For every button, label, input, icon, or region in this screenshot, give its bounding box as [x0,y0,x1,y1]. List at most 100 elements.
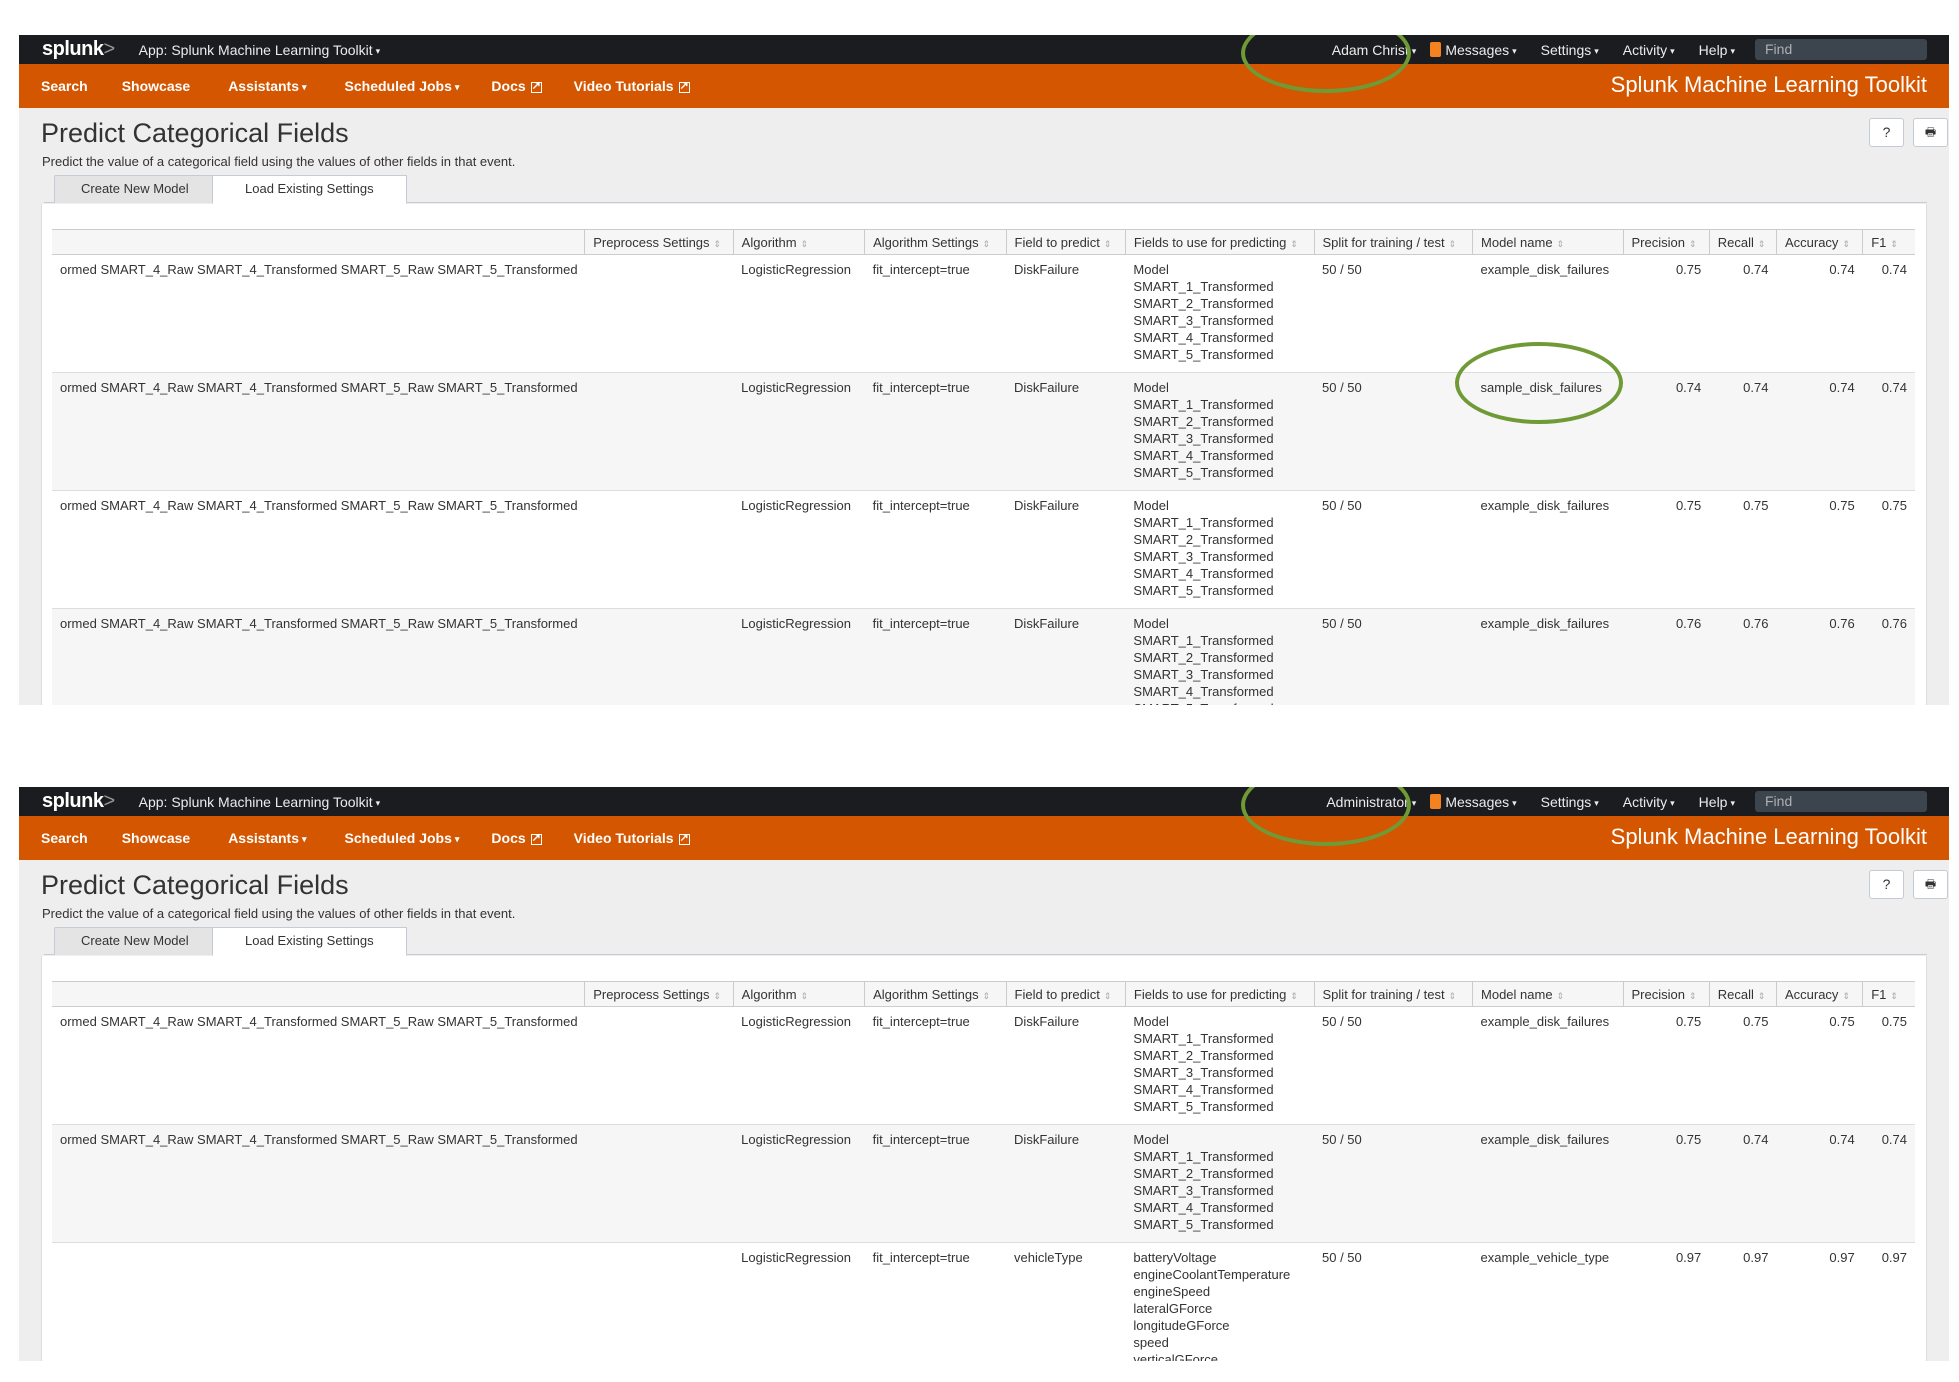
column-header-accuracy[interactable]: Accuracy ⇕ [1775,229,1863,255]
table-row[interactable]: ormed SMART_4_Raw SMART_4_Transformed SM… [52,372,1915,491]
print-button[interactable]: 🖶 [1913,118,1948,147]
find-input[interactable]: Find [1755,791,1927,812]
column-header-field-to-predict[interactable]: Field to predict ⇕ [1005,981,1126,1007]
nav-assistants[interactable]: Assistants ▾ [228,78,306,94]
column-header-label: Algorithm [741,234,797,250]
column-header-split[interactable]: Split for training / test ⇕ [1313,981,1473,1007]
tab-load-existing-settings[interactable]: Load Existing Settings [212,175,407,204]
activity-menu[interactable]: Activity ▾ [1623,42,1675,58]
column-header-preprocess-settings[interactable]: Preprocess Settings ⇕ [584,229,734,255]
settings-menu[interactable]: Settings ▾ [1541,42,1599,58]
column-header-field-to-predict[interactable]: Field to predict ⇕ [1005,229,1126,255]
app-nav-bar: Search Showcase Assistants ▾ Scheduled Jo… [19,816,1949,860]
column-header-algorithm[interactable]: Algorithm ⇕ [732,981,865,1007]
nav-docs[interactable]: Docs ↗ [491,830,542,846]
sort-icon: ⇕ [1890,990,1898,1001]
cell-preprocess-settings [584,1124,734,1243]
nav-video-tutorials[interactable]: Video Tutorials ↗ [574,78,690,94]
chevron-down-icon: ▾ [1594,797,1599,808]
sort-icon: ⇕ [713,238,722,249]
cell-model-name: sample_disk_failures [1472,372,1623,491]
table-row[interactable]: ormed SMART_4_Raw SMART_4_Transformed SM… [52,1124,1915,1243]
column-header-accuracy[interactable]: Accuracy ⇕ [1775,981,1863,1007]
help-button[interactable]: ? [1869,870,1904,899]
column-header-label: Algorithm [741,986,797,1002]
find-input[interactable]: Find [1755,39,1927,60]
column-header-algorithm-settings[interactable]: Algorithm Settings ⇕ [864,981,1007,1007]
field-name: SMART_2_Transformed [1133,532,1274,547]
column-header-recall[interactable]: Recall ⇕ [1708,981,1777,1007]
help-button[interactable]: ? [1869,118,1904,147]
print-button[interactable]: 🖶 [1913,870,1948,899]
cell-first-column: ormed SMART_4_Raw SMART_4_Transformed SM… [52,608,585,705]
nav-docs[interactable]: Docs ↗ [491,78,542,94]
table-row[interactable]: ormed SMART_4_Raw SMART_4_Transformed SM… [52,608,1915,705]
sort-icon: ⇕ [1556,238,1565,249]
sort-icon: ⇕ [1103,990,1112,1001]
sort-icon: ⇕ [1688,238,1697,249]
column-header-fields-to-use[interactable]: Fields to use for predicting ⇕ [1124,229,1315,255]
tab-create-new-model[interactable]: Create New Model [54,927,216,955]
app-menu[interactable]: App: Splunk Machine Learning Toolkit ▾ [139,794,381,810]
user-menu[interactable]: Administrator ▾ [1326,794,1416,810]
cell-split: 50 / 50 [1314,490,1473,609]
column-header-preprocess-settings[interactable]: Preprocess Settings ⇕ [584,981,734,1007]
field-name: SMART_1_Transformed [1133,279,1274,294]
cell-preprocess-settings [584,1006,734,1125]
field-name: SMART_3_Transformed [1133,313,1274,328]
settings-menu[interactable]: Settings ▾ [1541,794,1599,810]
table-row[interactable]: ormed SMART_4_Raw SMART_4_Transformed SM… [52,1006,1915,1125]
tab-bar: Create New Model Load Existing Settings [44,927,1927,956]
app-menu[interactable]: App: Splunk Machine Learning Toolkit ▾ [139,42,381,58]
column-header-label: Accuracy [1784,234,1839,250]
activity-menu[interactable]: Activity ▾ [1623,794,1675,810]
page-content: Predict Categorical Fields Predict the v… [19,860,1949,1361]
cell-f1: 0.75 [1862,490,1915,609]
nav-assistants[interactable]: Assistants ▾ [228,830,306,846]
field-name: SMART_2_Transformed [1133,296,1274,311]
help-menu[interactable]: Help ▾ [1699,42,1735,58]
table-row[interactable]: ormed SMART_4_Raw SMART_4_Transformed SM… [52,490,1915,609]
nav-showcase[interactable]: Showcase [122,830,190,846]
column-header-split[interactable]: Split for training / test ⇕ [1313,229,1473,255]
cell-accuracy: 0.74 [1776,254,1863,373]
cell-recall: 0.76 [1709,608,1777,705]
column-header-f1[interactable]: F1 ⇕ [1862,981,1915,1007]
nav-search[interactable]: Search [41,78,88,94]
column-header-algorithm-settings[interactable]: Algorithm Settings ⇕ [864,229,1007,255]
splunk-logo[interactable]: splunk> [42,38,115,61]
column-header-model-name[interactable]: Model name ⇕ [1472,229,1623,255]
help-menu[interactable]: Help ▾ [1699,794,1735,810]
column-header-model-name[interactable]: Model name ⇕ [1472,981,1623,1007]
tab-create-new-model[interactable]: Create New Model [54,175,216,203]
nav-scheduled-jobs[interactable]: Scheduled Jobs ▾ [345,78,460,94]
nav-showcase[interactable]: Showcase [122,78,190,94]
sort-icon: ⇕ [1103,238,1112,249]
table-row[interactable]: ormed SMART_4_Raw SMART_4_Transformed SM… [52,254,1915,373]
column-header-f1[interactable]: F1 ⇕ [1862,229,1915,255]
nav-scheduled-jobs[interactable]: Scheduled Jobs ▾ [345,830,460,846]
page-title: Predict Categorical Fields [41,870,349,900]
cell-field-to-predict: DiskFailure [1006,1124,1126,1243]
column-header-recall[interactable]: Recall ⇕ [1708,229,1777,255]
cell-split: 50 / 50 [1314,1242,1473,1361]
splunk-logo[interactable]: splunk> [42,790,115,813]
page-description: Predict the value of a categorical field… [42,906,516,921]
column-header-precision[interactable]: Precision ⇕ [1622,229,1710,255]
field-name: SMART_5_Transformed [1133,700,1306,705]
cell-field-to-predict: DiskFailure [1006,490,1126,609]
field-name: engineCoolantTemperature [1133,1267,1291,1282]
column-header-algorithm[interactable]: Algorithm ⇕ [732,229,865,255]
messages-menu[interactable]: Messages ▾ [1445,794,1516,810]
tab-load-existing-settings[interactable]: Load Existing Settings [212,927,407,956]
external-link-icon: ↗ [678,831,690,845]
nav-video-tutorials[interactable]: Video Tutorials ↗ [574,830,690,846]
messages-menu[interactable]: Messages ▾ [1445,42,1516,58]
column-header-fields-to-use[interactable]: Fields to use for predicting ⇕ [1124,981,1315,1007]
column-header-precision[interactable]: Precision ⇕ [1622,981,1710,1007]
page-content: Predict Categorical Fields Predict the v… [19,108,1949,705]
cell-field-to-predict: DiskFailure [1006,608,1126,705]
user-menu[interactable]: Adam Christ ▾ [1332,42,1417,58]
nav-search[interactable]: Search [41,830,88,846]
table-row[interactable]: LogisticRegression fit_intercept=true vehi… [52,1242,1915,1361]
